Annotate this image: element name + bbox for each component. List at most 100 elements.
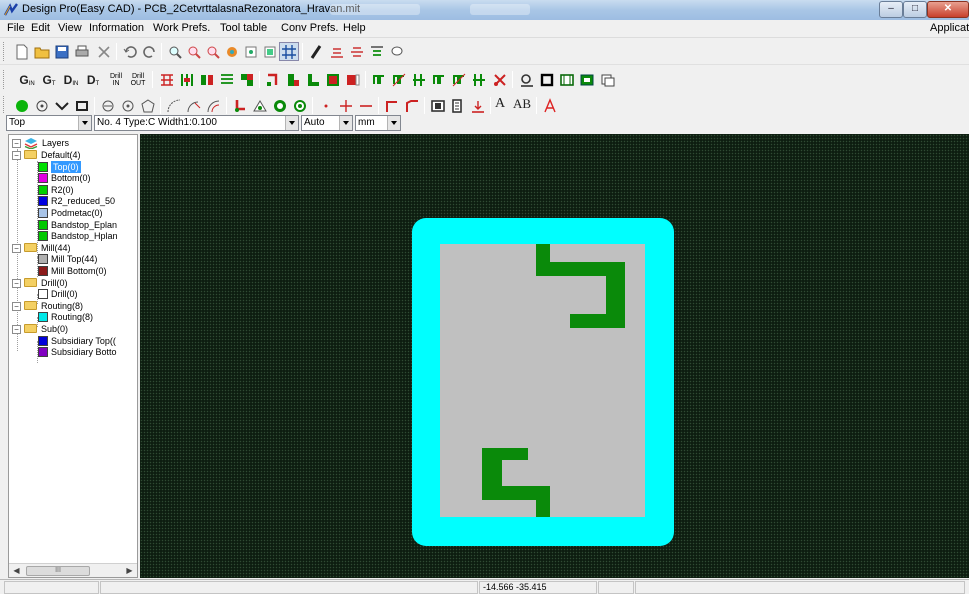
- target-icon[interactable]: [118, 96, 138, 115]
- layer-color-swatch[interactable]: [38, 173, 48, 183]
- probe-icon[interactable]: [517, 70, 537, 89]
- minimize-button[interactable]: –: [879, 1, 903, 18]
- gerber-in-button[interactable]: G IN: [16, 70, 38, 89]
- fill-hatch-icon[interactable]: [448, 96, 468, 115]
- align-baseline-icon[interactable]: [468, 96, 488, 115]
- mode-select[interactable]: Auto: [301, 115, 353, 131]
- scissors-icon[interactable]: [490, 70, 510, 89]
- toolbar-grip[interactable]: [3, 42, 6, 61]
- chevron-down-icon[interactable]: [339, 116, 352, 130]
- pan-icon[interactable]: [222, 42, 242, 61]
- circle-outline-icon[interactable]: [32, 96, 52, 115]
- menu-work-prefs[interactable]: Work Prefs.: [153, 22, 210, 34]
- layer-color-swatch[interactable]: [38, 185, 48, 195]
- collapse-toggle[interactable]: −: [12, 139, 21, 148]
- trace-angle-icon[interactable]: [402, 96, 422, 115]
- polygon-icon[interactable]: [138, 96, 158, 115]
- pcb-canvas[interactable]: [140, 134, 969, 578]
- zoom-in-icon[interactable]: [184, 42, 204, 61]
- chevron-down-icon[interactable]: [387, 116, 400, 130]
- drill-out-button[interactable]: DT: [82, 70, 104, 89]
- scroll-thumb[interactable]: III: [26, 566, 90, 576]
- toolbar-grip[interactable]: [3, 96, 6, 115]
- menu-information[interactable]: Information: [89, 22, 144, 34]
- delete-icon[interactable]: [94, 42, 114, 61]
- layer-op-3-icon[interactable]: [409, 70, 429, 89]
- donut-pad-icon[interactable]: [290, 96, 310, 115]
- layer-op-6-icon[interactable]: [469, 70, 489, 89]
- drill-in-button[interactable]: D IN: [60, 70, 82, 89]
- view-all-icon[interactable]: [260, 42, 280, 61]
- align-top-icon[interactable]: [367, 42, 387, 61]
- zoom-out-icon[interactable]: [203, 42, 223, 61]
- layer-color-swatch[interactable]: [38, 220, 48, 230]
- collapse-toggle[interactable]: −: [12, 325, 21, 334]
- layer-op-1-icon[interactable]: [369, 70, 389, 89]
- redo-icon[interactable]: [140, 42, 160, 61]
- mill-isolate-icon[interactable]: [177, 70, 197, 89]
- zoom-window-icon[interactable]: [165, 42, 185, 61]
- scroll-right-icon[interactable]: ▶: [123, 565, 136, 577]
- layer-select[interactable]: Top: [6, 115, 92, 131]
- layer-color-swatch[interactable]: [38, 289, 48, 299]
- layer-color-swatch[interactable]: [38, 266, 48, 276]
- line-icon[interactable]: [356, 96, 376, 115]
- menu-help[interactable]: Help: [343, 22, 366, 34]
- menu-view[interactable]: View: [58, 22, 82, 34]
- cross-icon[interactable]: [336, 96, 356, 115]
- layer-color-swatch[interactable]: [38, 312, 48, 322]
- redraw-icon[interactable]: [241, 42, 261, 61]
- menu-tool-table[interactable]: Tool table: [220, 22, 267, 34]
- route-1-icon[interactable]: [263, 70, 283, 89]
- mill-fill-icon[interactable]: [197, 70, 217, 89]
- menu-application[interactable]: Applicatio: [930, 22, 969, 34]
- text-red-icon[interactable]: [540, 96, 560, 115]
- route-3-icon[interactable]: [303, 70, 323, 89]
- chevron-down-icon[interactable]: [52, 96, 72, 115]
- open-folder-icon[interactable]: [32, 42, 52, 61]
- tree-horizontal-scrollbar[interactable]: ◀ III ▶: [9, 563, 137, 577]
- ring-pad-icon[interactable]: [270, 96, 290, 115]
- hole-icon[interactable]: [98, 96, 118, 115]
- close-button[interactable]: ✕: [927, 1, 969, 18]
- layer-color-swatch[interactable]: [38, 162, 48, 172]
- chevron-down-icon[interactable]: [78, 116, 91, 130]
- route-4-icon[interactable]: [323, 70, 343, 89]
- collapse-toggle[interactable]: −: [12, 279, 21, 288]
- menu-file[interactable]: File: [7, 22, 25, 34]
- mill-contour-icon[interactable]: [157, 70, 177, 89]
- new-file-icon[interactable]: [12, 42, 32, 61]
- collapse-toggle[interactable]: −: [12, 302, 21, 311]
- route-2-icon[interactable]: [283, 70, 303, 89]
- mill-hatch-icon[interactable]: [217, 70, 237, 89]
- layer-op-4-icon[interactable]: [429, 70, 449, 89]
- undo-icon[interactable]: [120, 42, 140, 61]
- frame-icon[interactable]: [537, 70, 557, 89]
- copy-icon[interactable]: [598, 70, 618, 89]
- board-icon[interactable]: [577, 70, 597, 89]
- maximize-button[interactable]: □: [903, 1, 927, 18]
- align-bottom-icon[interactable]: [327, 42, 347, 61]
- arc-trim-icon[interactable]: [184, 96, 204, 115]
- collapse-toggle[interactable]: −: [12, 151, 21, 160]
- layer-color-swatch[interactable]: [38, 347, 48, 357]
- print-icon[interactable]: [72, 42, 92, 61]
- text-outline-button[interactable]: AB: [513, 96, 531, 112]
- layer-op-5-icon[interactable]: [449, 70, 469, 89]
- layer-color-swatch[interactable]: [38, 231, 48, 241]
- trace-icon[interactable]: [382, 96, 402, 115]
- point-icon[interactable]: [316, 96, 336, 115]
- tool-select[interactable]: No. 4 Type:C Width1:0.100: [94, 115, 299, 131]
- drill-file-out-button[interactable]: Drill OUT: [127, 70, 149, 89]
- comment-icon[interactable]: [387, 42, 407, 61]
- menu-conv-prefs[interactable]: Conv Prefs.: [281, 22, 338, 34]
- layer-color-swatch[interactable]: [38, 196, 48, 206]
- rectangle-icon[interactable]: [72, 96, 92, 115]
- save-icon[interactable]: [52, 42, 72, 61]
- collapse-toggle[interactable]: −: [12, 244, 21, 253]
- toolbar-grip[interactable]: [3, 70, 6, 89]
- pad-circle-icon[interactable]: [12, 96, 32, 115]
- pen-icon[interactable]: [306, 42, 326, 61]
- text-tool-button[interactable]: A: [495, 96, 505, 112]
- panel-icon[interactable]: [557, 70, 577, 89]
